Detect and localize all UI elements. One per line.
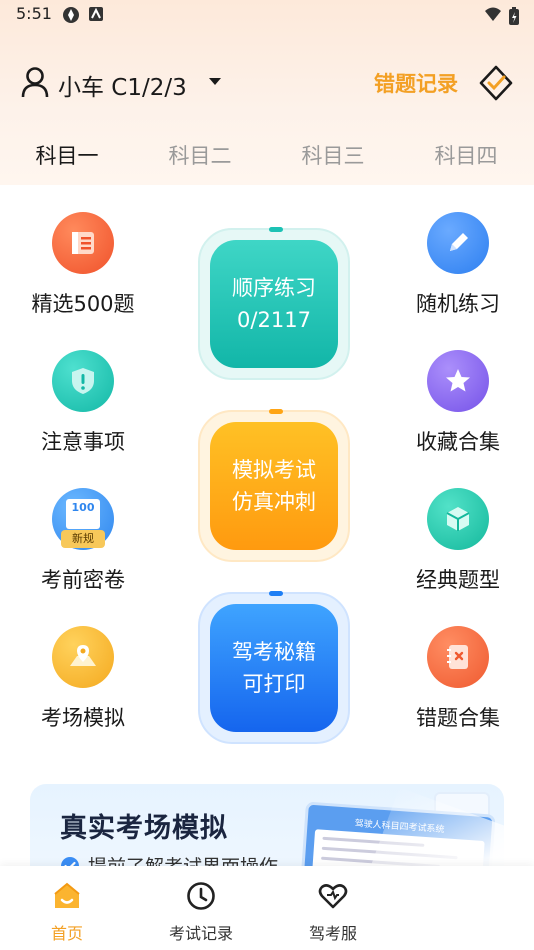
pre-exam-paper-button[interactable]: 100 新规 考前密卷 xyxy=(18,488,148,594)
nav-driving-service[interactable]: 驾考服 xyxy=(278,866,388,944)
tab-subject-1[interactable]: 科目一 xyxy=(12,140,122,170)
random-practice-label: 随机练习 xyxy=(416,292,500,316)
mock-exam-subtitle: 仿真冲刺 xyxy=(232,490,316,514)
battery-icon xyxy=(508,6,520,30)
mock-exam-frame: 模拟考试 仿真冲刺 xyxy=(198,409,350,562)
home-icon xyxy=(51,880,83,912)
nav-home-label: 首页 xyxy=(50,924,83,943)
bottom-navigation: 首页 考试记录 驾考服 xyxy=(0,866,534,950)
app-notification-icon xyxy=(88,6,104,26)
nav-driving-service-label: 驾考服 xyxy=(308,924,357,943)
banner-title: 真实考场模拟 xyxy=(60,813,228,844)
pencil-icon xyxy=(427,212,489,274)
nav-home[interactable]: 首页 xyxy=(12,866,122,944)
notes-button[interactable]: 注意事项 xyxy=(18,350,148,456)
status-bar: 5:51 xyxy=(0,0,534,28)
nav-exam-records[interactable]: 考试记录 xyxy=(146,866,256,944)
selected-500-button[interactable]: 精选500题 xyxy=(18,212,148,318)
subject-tabs: 科目一 科目二 科目三 科目四 xyxy=(0,140,534,176)
sequential-practice-frame: 顺序练习 0/2117 xyxy=(198,227,350,380)
top-header: 小车 C1/2/3 错题记录 xyxy=(0,60,534,106)
sync-icon xyxy=(62,6,80,28)
tab-subject-4[interactable]: 科目四 xyxy=(411,140,521,170)
clock-icon xyxy=(185,880,217,912)
shield-exclamation-icon xyxy=(52,350,114,412)
sequential-practice-progress: 0/2117 xyxy=(237,308,311,332)
map-pin-icon xyxy=(52,626,114,688)
exam-paper-icon: 100 新规 xyxy=(52,488,114,550)
exam-score-badge: 100 xyxy=(66,499,100,529)
selected-500-label: 精选500题 xyxy=(31,292,135,316)
new-rules-badge: 新规 xyxy=(61,530,105,548)
list-book-icon xyxy=(52,212,114,274)
tab-subject-3[interactable]: 科目三 xyxy=(278,140,388,170)
nav-exam-records-label: 考试记录 xyxy=(168,924,233,943)
license-type-selector[interactable]: 小车 C1/2/3 xyxy=(58,68,187,102)
random-practice-button[interactable]: 随机练习 xyxy=(393,212,523,318)
wrong-collection-label: 错题合集 xyxy=(416,706,500,730)
wrong-notebook-icon xyxy=(427,626,489,688)
classic-questions-label: 经典题型 xyxy=(416,568,500,592)
classic-questions-button[interactable]: 经典题型 xyxy=(393,488,523,594)
wifi-icon xyxy=(484,6,502,26)
sequential-practice-title: 顺序练习 xyxy=(232,276,316,300)
exam-secrets-title: 驾考秘籍 xyxy=(232,640,316,664)
favorites-label: 收藏合集 xyxy=(416,430,500,454)
mock-exam-button[interactable]: 模拟考试 仿真冲刺 xyxy=(210,422,338,550)
pre-exam-paper-label: 考前密卷 xyxy=(41,568,125,592)
heart-service-icon xyxy=(317,880,349,912)
sequential-practice-button[interactable]: 顺序练习 0/2117 xyxy=(210,240,338,368)
exam-venue-sim-button[interactable]: 考场模拟 xyxy=(18,626,148,732)
status-time: 5:51 xyxy=(16,4,52,23)
exam-secrets-subtitle: 可打印 xyxy=(242,672,306,696)
exam-venue-sim-label: 考场模拟 xyxy=(41,706,125,730)
user-icon[interactable] xyxy=(20,66,50,102)
mock-exam-title: 模拟考试 xyxy=(232,458,316,482)
star-icon xyxy=(427,350,489,412)
wrong-collection-button[interactable]: 错题合集 xyxy=(393,626,523,732)
favorites-button[interactable]: 收藏合集 xyxy=(393,350,523,456)
exam-secrets-button[interactable]: 驾考秘籍 可打印 xyxy=(210,604,338,732)
notes-label: 注意事项 xyxy=(41,430,125,454)
cube-icon xyxy=(427,488,489,550)
exam-secrets-frame: 驾考秘籍 可打印 xyxy=(198,591,350,744)
diamond-badge-icon[interactable] xyxy=(478,64,514,106)
tab-subject-2[interactable]: 科目二 xyxy=(145,140,255,170)
wrong-record-link[interactable]: 错题记录 xyxy=(374,68,458,98)
chevron-down-icon[interactable] xyxy=(209,78,221,85)
